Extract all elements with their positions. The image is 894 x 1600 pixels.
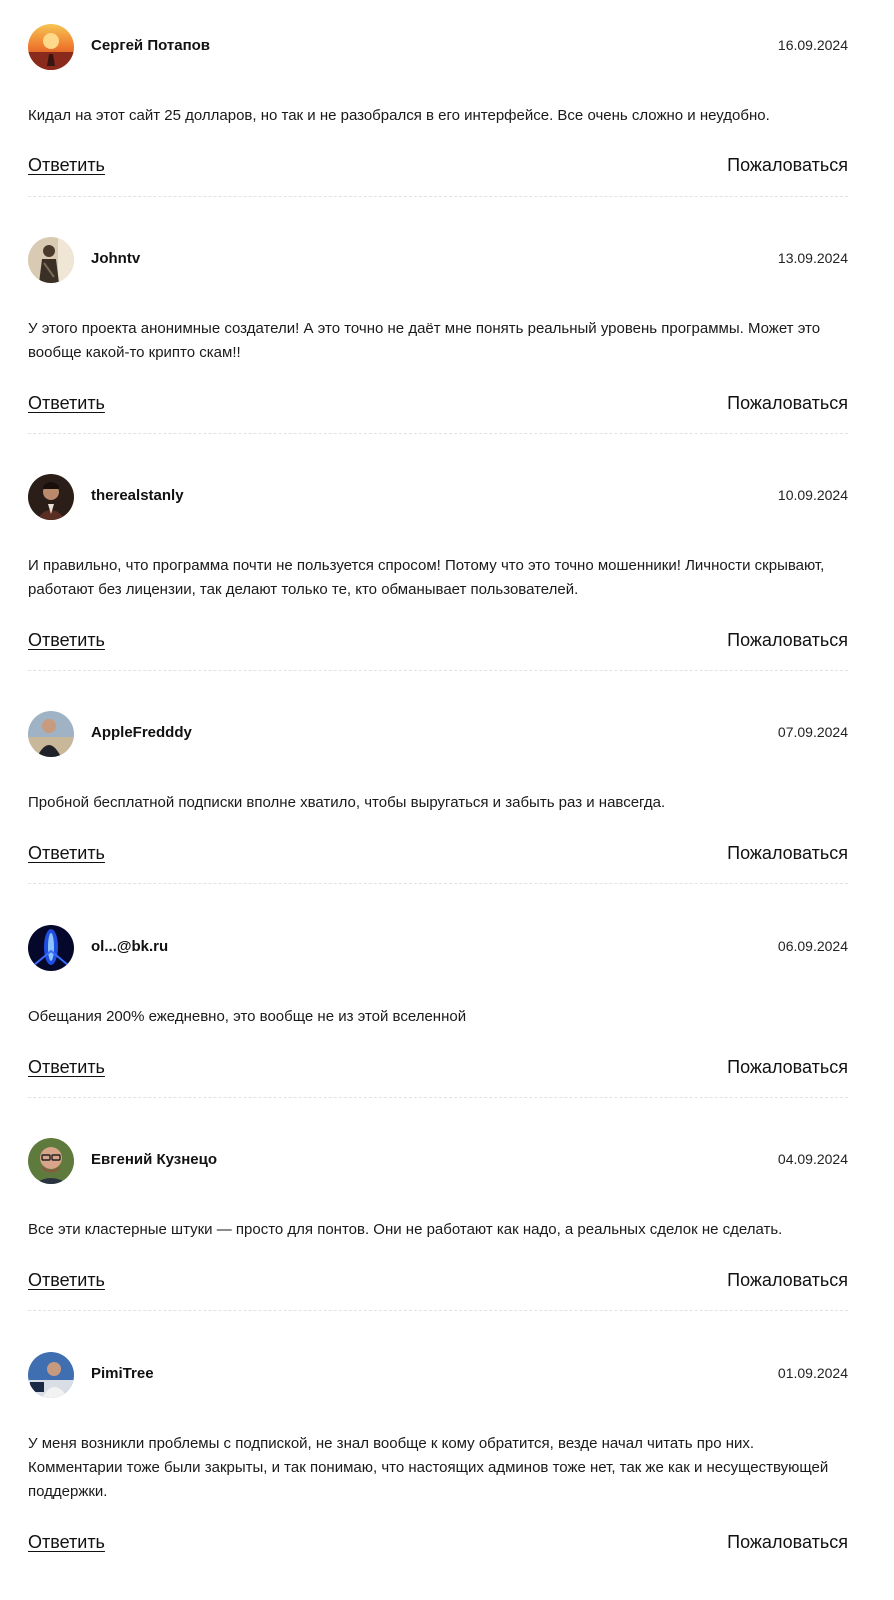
review-text: Пробной бесплатной подписки вполне хвати…	[28, 794, 666, 811]
avatar[interactable]	[28, 1352, 74, 1398]
review-date: 07.09.2024	[777, 724, 848, 740]
review-actions: Ответить Пожаловаться	[28, 843, 848, 867]
reply-link[interactable]: Ответить	[28, 155, 105, 176]
review-header: ol...@bk.ru 06.09.2024	[28, 925, 848, 971]
author-name[interactable]: AppleFredddy	[91, 724, 192, 741]
avatar[interactable]	[28, 711, 74, 757]
reply-link[interactable]: Ответить	[28, 843, 105, 864]
review-header: therealstanly 10.09.2024	[28, 474, 848, 520]
reply-link[interactable]: Ответить	[28, 1270, 105, 1291]
reply-link[interactable]: Ответить	[28, 1057, 105, 1078]
review-actions: Ответить Пожаловаться	[28, 630, 848, 654]
reply-link[interactable]: Ответить	[28, 393, 105, 414]
review-date: 01.09.2024	[777, 1365, 848, 1381]
review-text: Все эти кластерные штуки — просто для по…	[28, 1221, 783, 1238]
review-actions: Ответить Пожаловаться	[28, 155, 848, 179]
avatar[interactable]	[28, 474, 74, 520]
review-date: 16.09.2024	[777, 37, 848, 53]
divider	[28, 670, 848, 671]
report-link[interactable]: Пожаловаться	[727, 1057, 848, 1078]
divider	[28, 1310, 848, 1311]
review-text: Кидал на этот сайт 25 долларов, но так и…	[28, 107, 770, 124]
review-date: 10.09.2024	[777, 487, 848, 503]
review-date: 04.09.2024	[777, 1151, 848, 1167]
review-text: У меня возникли проблемы с подпиской, не…	[28, 1435, 829, 1500]
divider	[28, 883, 848, 884]
review-text: И правильно, что программа почти не поль…	[28, 557, 825, 598]
report-link[interactable]: Пожаловаться	[727, 1532, 848, 1553]
report-link[interactable]: Пожаловаться	[727, 393, 848, 414]
avatar[interactable]	[28, 24, 74, 70]
review-header: Сергей Потапов 16.09.2024	[28, 24, 848, 70]
review-text: У этого проекта анонимные создатели! А э…	[28, 320, 821, 361]
avatar[interactable]	[28, 237, 74, 283]
review-header: AppleFredddy 07.09.2024	[28, 711, 848, 757]
review-header: Евгений Кузнецо 04.09.2024	[28, 1138, 848, 1184]
review-actions: Ответить Пожаловаться	[28, 1532, 848, 1556]
author-name[interactable]: Johntv	[91, 250, 140, 267]
author-name[interactable]: therealstanly	[91, 487, 184, 504]
review-header: Johntv 13.09.2024	[28, 237, 848, 283]
author-name[interactable]: PimiTree	[91, 1365, 154, 1382]
author-name[interactable]: ol...@bk.ru	[91, 938, 168, 955]
review-text: Обещания 200% ежедневно, это вообще не и…	[28, 1008, 467, 1025]
divider	[28, 1097, 848, 1098]
review-actions: Ответить Пожаловаться	[28, 1270, 848, 1294]
reply-link[interactable]: Ответить	[28, 1532, 105, 1553]
avatar[interactable]	[28, 1138, 74, 1184]
divider	[28, 433, 848, 434]
avatar[interactable]	[28, 925, 74, 971]
author-name[interactable]: Сергей Потапов	[91, 37, 210, 54]
report-link[interactable]: Пожаловаться	[727, 843, 848, 864]
review-actions: Ответить Пожаловаться	[28, 393, 848, 417]
review-date: 06.09.2024	[777, 938, 848, 954]
divider	[28, 196, 848, 197]
report-link[interactable]: Пожаловаться	[727, 1270, 848, 1291]
report-link[interactable]: Пожаловаться	[727, 630, 848, 651]
report-link[interactable]: Пожаловаться	[727, 155, 848, 176]
review-actions: Ответить Пожаловаться	[28, 1057, 848, 1081]
reply-link[interactable]: Ответить	[28, 630, 105, 651]
review-date: 13.09.2024	[777, 250, 848, 266]
author-name[interactable]: Евгений Кузнецо	[91, 1151, 217, 1168]
review-header: PimiTree 01.09.2024	[28, 1352, 848, 1398]
